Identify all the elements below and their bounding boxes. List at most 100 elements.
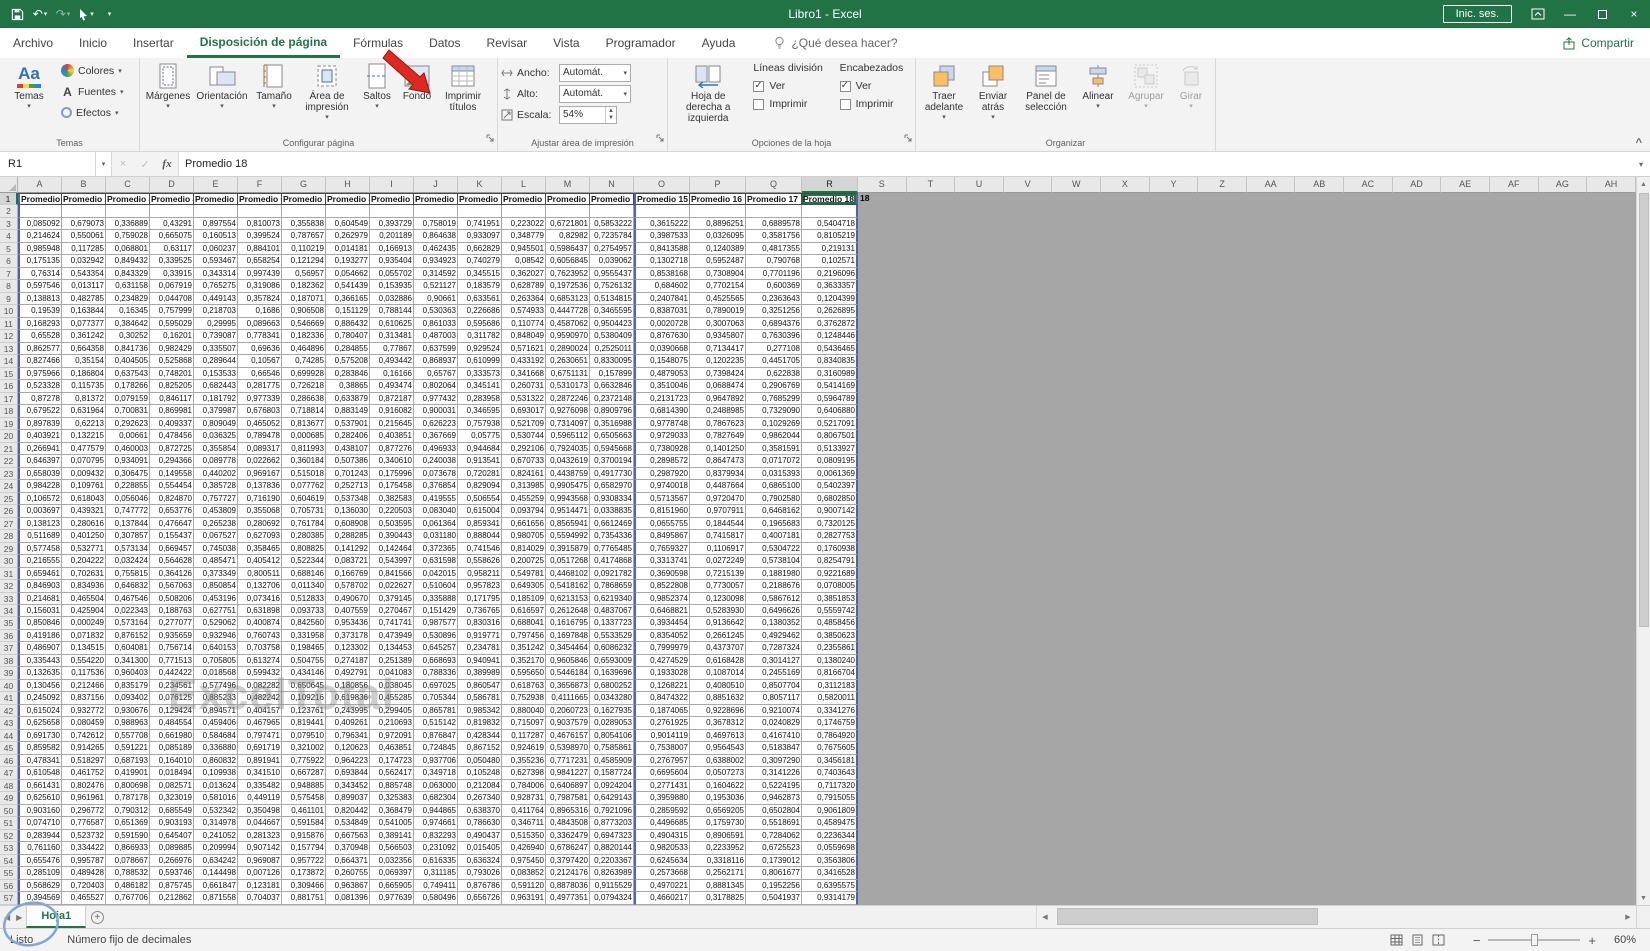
cell-I42[interactable]: 0,299405 — [370, 704, 414, 718]
horizontal-scrollbar[interactable]: ◀ ▶ — [1036, 906, 1636, 928]
cell-H50[interactable]: 0,820442 — [326, 804, 370, 818]
cell-AC52[interactable] — [1344, 829, 1393, 843]
cell-R41[interactable]: 0,5820011 — [802, 692, 858, 705]
cell-V24[interactable] — [1003, 480, 1053, 493]
cell-I28[interactable]: 0,390443 — [370, 530, 414, 543]
cell-H2[interactable] — [326, 205, 370, 218]
cell-T44[interactable] — [906, 729, 956, 743]
cell-D19[interactable]: 0,409337 — [150, 417, 194, 431]
cell-S22[interactable] — [858, 455, 907, 468]
cell-E55[interactable]: 0,144498 — [194, 867, 238, 880]
cell-AG43[interactable] — [1538, 717, 1588, 730]
cell-V26[interactable] — [1003, 505, 1053, 518]
cell-AD19[interactable] — [1392, 417, 1442, 431]
cell-AF39[interactable] — [1489, 667, 1539, 680]
cell-N15[interactable]: 0,157899 — [590, 367, 634, 381]
cell-G39[interactable]: 0,434146 — [282, 667, 326, 680]
cell-W15[interactable] — [1052, 367, 1102, 381]
cell-F27[interactable]: 0,280692 — [238, 517, 282, 531]
cell-R9[interactable]: 0,1204399 — [802, 292, 858, 306]
cell-T14[interactable] — [906, 355, 956, 368]
cell-G14[interactable]: 0,74285 — [282, 355, 326, 368]
cell-I44[interactable]: 0,972091 — [370, 729, 414, 743]
cell-J1[interactable]: Promedio 10 — [414, 193, 458, 206]
cell-A19[interactable]: 0,897839 — [18, 417, 62, 431]
cell-AH45[interactable] — [1587, 742, 1636, 755]
cell-B5[interactable]: 0,117285 — [62, 242, 106, 256]
cell-I50[interactable]: 0,368479 — [370, 804, 414, 818]
cell-AH3[interactable] — [1587, 217, 1636, 231]
cell-Y56[interactable] — [1149, 879, 1199, 893]
cell-AD35[interactable] — [1392, 617, 1442, 630]
cell-T30[interactable] — [906, 555, 956, 568]
cell-C37[interactable]: 0,604081 — [106, 642, 150, 655]
cell-R31[interactable]: 0,9221689 — [802, 567, 858, 581]
cell-P45[interactable]: 0,9564543 — [690, 742, 746, 755]
cell-T48[interactable] — [906, 779, 956, 793]
cell-S32[interactable] — [858, 580, 907, 593]
cell-AF42[interactable] — [1489, 704, 1539, 718]
cell-A3[interactable]: 0,085092 — [18, 217, 62, 231]
cell-AD27[interactable] — [1392, 517, 1442, 531]
cell-K22[interactable]: 0,913541 — [458, 455, 502, 468]
cell-A48[interactable]: 0,661431 — [18, 779, 62, 793]
cell-AB44[interactable] — [1295, 729, 1345, 743]
cell-R56[interactable]: 0,6395575 — [802, 879, 858, 893]
cell-D2[interactable] — [150, 205, 194, 218]
cell-M9[interactable]: 0,6853123 — [546, 292, 590, 306]
cell-J57[interactable]: 0,580496 — [414, 892, 458, 905]
cell-Z8[interactable] — [1198, 280, 1247, 293]
cell-AC28[interactable] — [1344, 530, 1393, 543]
cell-W4[interactable] — [1052, 230, 1102, 243]
cell-P41[interactable]: 0,8851632 — [690, 692, 746, 705]
cell-M35[interactable]: 0,1616795 — [546, 617, 590, 630]
cell-P11[interactable]: 0,3007063 — [690, 317, 746, 331]
cell-I1[interactable]: Promedio 9 — [370, 193, 414, 206]
cell-O36[interactable]: 0,8354052 — [634, 629, 690, 643]
cell-R46[interactable]: 0,3456181 — [802, 754, 858, 768]
cell-M21[interactable]: 0,7924035 — [546, 442, 590, 456]
cell-AD48[interactable] — [1392, 779, 1442, 793]
cell-N53[interactable]: 0,8820144 — [590, 842, 634, 855]
cell-H31[interactable]: 0,166769 — [326, 567, 370, 581]
cell-AC38[interactable] — [1344, 654, 1393, 668]
cell-AD13[interactable] — [1392, 342, 1442, 356]
column-header-Q[interactable]: Q — [746, 177, 802, 193]
cell-C5[interactable]: 0,068801 — [106, 242, 150, 256]
cell-N44[interactable]: 0,8054106 — [590, 729, 634, 743]
cell-X14[interactable] — [1101, 355, 1150, 368]
cell-S48[interactable] — [858, 779, 907, 793]
group-button[interactable]: Agrupar ▾ — [1121, 60, 1171, 111]
cell-G54[interactable]: 0,957722 — [282, 854, 326, 868]
cell-AH16[interactable] — [1587, 380, 1636, 393]
cell-AG57[interactable] — [1538, 892, 1588, 905]
cell-O46[interactable]: 0,2767957 — [634, 754, 690, 768]
cell-A7[interactable]: 0,76314 — [18, 267, 62, 281]
cell-C30[interactable]: 0,032424 — [106, 555, 150, 568]
cell-G12[interactable]: 0,182336 — [282, 330, 326, 343]
cell-H3[interactable]: 0,604549 — [326, 217, 370, 231]
cell-J52[interactable]: 0,832293 — [414, 829, 458, 843]
cell-B42[interactable]: 0,932772 — [62, 704, 106, 718]
row-header-20[interactable]: 20 — [0, 430, 18, 443]
cell-X6[interactable] — [1101, 255, 1150, 268]
cell-F18[interactable]: 0,676803 — [238, 405, 282, 418]
cell-O50[interactable]: 0,2859592 — [634, 804, 690, 818]
cell-R55[interactable]: 0,3416528 — [802, 867, 858, 880]
cell-L23[interactable]: 0,824161 — [502, 467, 546, 481]
cell-AH48[interactable] — [1587, 779, 1636, 793]
cell-L11[interactable]: 0,110774 — [502, 317, 546, 331]
cell-AH26[interactable] — [1587, 505, 1636, 518]
page-break-view-button[interactable] — [1432, 934, 1445, 946]
cell-N31[interactable]: 0,0921782 — [590, 567, 634, 581]
ribbon-tab-ayuda[interactable]: Ayuda — [689, 28, 749, 58]
theme-fonts-button[interactable]: A Fuentes ▾ — [57, 81, 127, 102]
cell-O43[interactable]: 0,2761925 — [634, 717, 690, 730]
cell-Y40[interactable] — [1149, 679, 1199, 693]
cell-AH14[interactable] — [1587, 355, 1636, 368]
cell-AD11[interactable] — [1392, 317, 1442, 331]
cell-AE7[interactable] — [1441, 267, 1490, 281]
cell-R3[interactable]: 0,5404718 — [802, 217, 858, 231]
cell-U49[interactable] — [955, 792, 1004, 805]
cell-D20[interactable]: 0,478456 — [150, 430, 194, 443]
